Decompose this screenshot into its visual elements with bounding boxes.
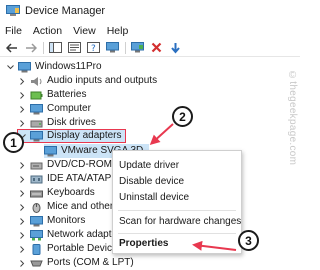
portable-device-icon: [32, 243, 41, 255]
display-adapter-icon: [44, 145, 57, 156]
tree-item-label: Computer: [47, 103, 91, 114]
arrow-right-icon: [25, 42, 37, 53]
monitor-scan-icon: [131, 42, 144, 53]
display-adapter-icon: [30, 130, 43, 141]
tree-item-label: Keyboards: [47, 187, 95, 198]
help-icon: ?: [87, 42, 100, 53]
chevron-right-icon: [18, 259, 26, 267]
tree-item-label: Audio inputs and outputs: [47, 75, 158, 86]
tree-item-batteries[interactable]: Batteries: [18, 88, 86, 102]
menu-item-properties[interactable]: Properties: [119, 237, 168, 251]
tree-item-label: Ports (COM & LPT): [47, 257, 134, 268]
toolbar-divider: [43, 41, 44, 54]
scan-hardware-button[interactable]: [130, 40, 145, 55]
callout-badge-2: 2: [172, 106, 193, 127]
toolbar: ?: [0, 39, 300, 57]
chevron-right-icon: [18, 119, 26, 127]
chevron-right-icon: [18, 189, 26, 197]
monitor-icon: [106, 42, 119, 53]
dvd-drive-icon: [30, 162, 43, 169]
forward-button[interactable]: [23, 40, 38, 55]
window-title: Device Manager: [25, 5, 106, 17]
chevron-right-icon: [18, 217, 26, 225]
menu-file[interactable]: File: [5, 25, 22, 37]
tree-item-label: Display adapters: [47, 130, 122, 141]
menu-separator: [118, 233, 236, 234]
console-tree-icon: [49, 42, 62, 53]
network-adapter-icon: [30, 229, 43, 240]
tree-item-audio[interactable]: Audio inputs and outputs: [18, 74, 157, 88]
tree-item-label: Disk drives: [47, 117, 96, 128]
help-button[interactable]: ?: [86, 40, 101, 55]
tree-item-monitors[interactable]: Monitors: [18, 214, 85, 228]
chevron-right-icon: [18, 231, 26, 239]
callout-badge-1: 1: [3, 132, 24, 153]
chevron-right-icon: [18, 91, 26, 99]
tree-item-computer[interactable]: Computer: [18, 102, 91, 116]
chevron-right-icon: [18, 161, 26, 169]
watermark: ©thegeekpage.com: [287, 70, 298, 166]
device-manager-icon: [6, 5, 20, 16]
arrow-left-icon: [5, 42, 17, 53]
tree-item-label: Batteries: [47, 89, 87, 100]
svg-text:?: ?: [91, 44, 96, 53]
controller-icon: [30, 175, 43, 183]
battery-icon: [30, 91, 43, 99]
download-arrow-icon: [171, 42, 180, 54]
computer-icon: [18, 61, 31, 72]
title-bar: Device Manager: [0, 0, 300, 22]
chevron-right-icon: [18, 175, 26, 183]
context-menu: Update driver Disable device Uninstall d…: [112, 150, 242, 254]
menu-separator: [118, 210, 236, 211]
chevron-right-icon: [18, 77, 26, 85]
port-icon: [30, 260, 43, 266]
menu-item-update-driver[interactable]: Update driver: [119, 159, 179, 173]
tree-item-display-adapters[interactable]: Display adapters: [17, 129, 127, 143]
callout-badge-3: 3: [238, 230, 259, 251]
tree-item-label: Mice and other p: [47, 201, 122, 212]
tree-item-portable[interactable]: Portable Devices: [18, 242, 123, 256]
update-driver-button[interactable]: [168, 40, 183, 55]
close-x-icon: [151, 42, 162, 53]
tree-item-ide[interactable]: IDE ATA/ATAPI co: [18, 172, 127, 186]
properties-icon: [68, 42, 81, 53]
menu-item-scan-hardware[interactable]: Scan for hardware changes: [119, 215, 241, 229]
show-hide-tree-button[interactable]: [48, 40, 63, 55]
tree-item-disk-drives[interactable]: Disk drives: [18, 116, 96, 130]
menu-view[interactable]: View: [73, 25, 96, 37]
properties-button[interactable]: [67, 40, 82, 55]
menu-item-disable-device[interactable]: Disable device: [119, 175, 184, 189]
view-button[interactable]: [105, 40, 120, 55]
keyboard-icon: [30, 190, 43, 197]
mouse-icon: [32, 202, 41, 213]
tree-item-network[interactable]: Network adapters: [18, 228, 125, 242]
back-button[interactable]: [4, 40, 19, 55]
speaker-icon: [31, 76, 42, 86]
chevron-down-icon: [6, 63, 14, 71]
menu-bar: File Action View Help: [0, 22, 300, 39]
tree-item-keyboards[interactable]: Keyboards: [18, 186, 95, 200]
disk-drive-icon: [30, 120, 43, 127]
tree-item-label: Monitors: [47, 215, 86, 226]
toolbar-divider-2: [125, 41, 126, 54]
tree-root[interactable]: Windows11Pro: [6, 60, 102, 74]
computer-icon: [30, 103, 43, 114]
chevron-right-icon: [18, 245, 26, 253]
tree-item-ports[interactable]: Ports (COM & LPT): [18, 256, 134, 270]
monitor-icon: [30, 215, 43, 226]
chevron-right-icon: [18, 203, 26, 211]
menu-help[interactable]: Help: [107, 25, 129, 37]
tree-root-label: Windows11Pro: [35, 61, 102, 72]
tree-item-mice[interactable]: Mice and other p: [18, 200, 122, 214]
menu-action[interactable]: Action: [33, 25, 62, 37]
menu-item-uninstall-device[interactable]: Uninstall device: [119, 191, 189, 205]
chevron-right-icon: [18, 105, 26, 113]
uninstall-button[interactable]: [149, 40, 164, 55]
